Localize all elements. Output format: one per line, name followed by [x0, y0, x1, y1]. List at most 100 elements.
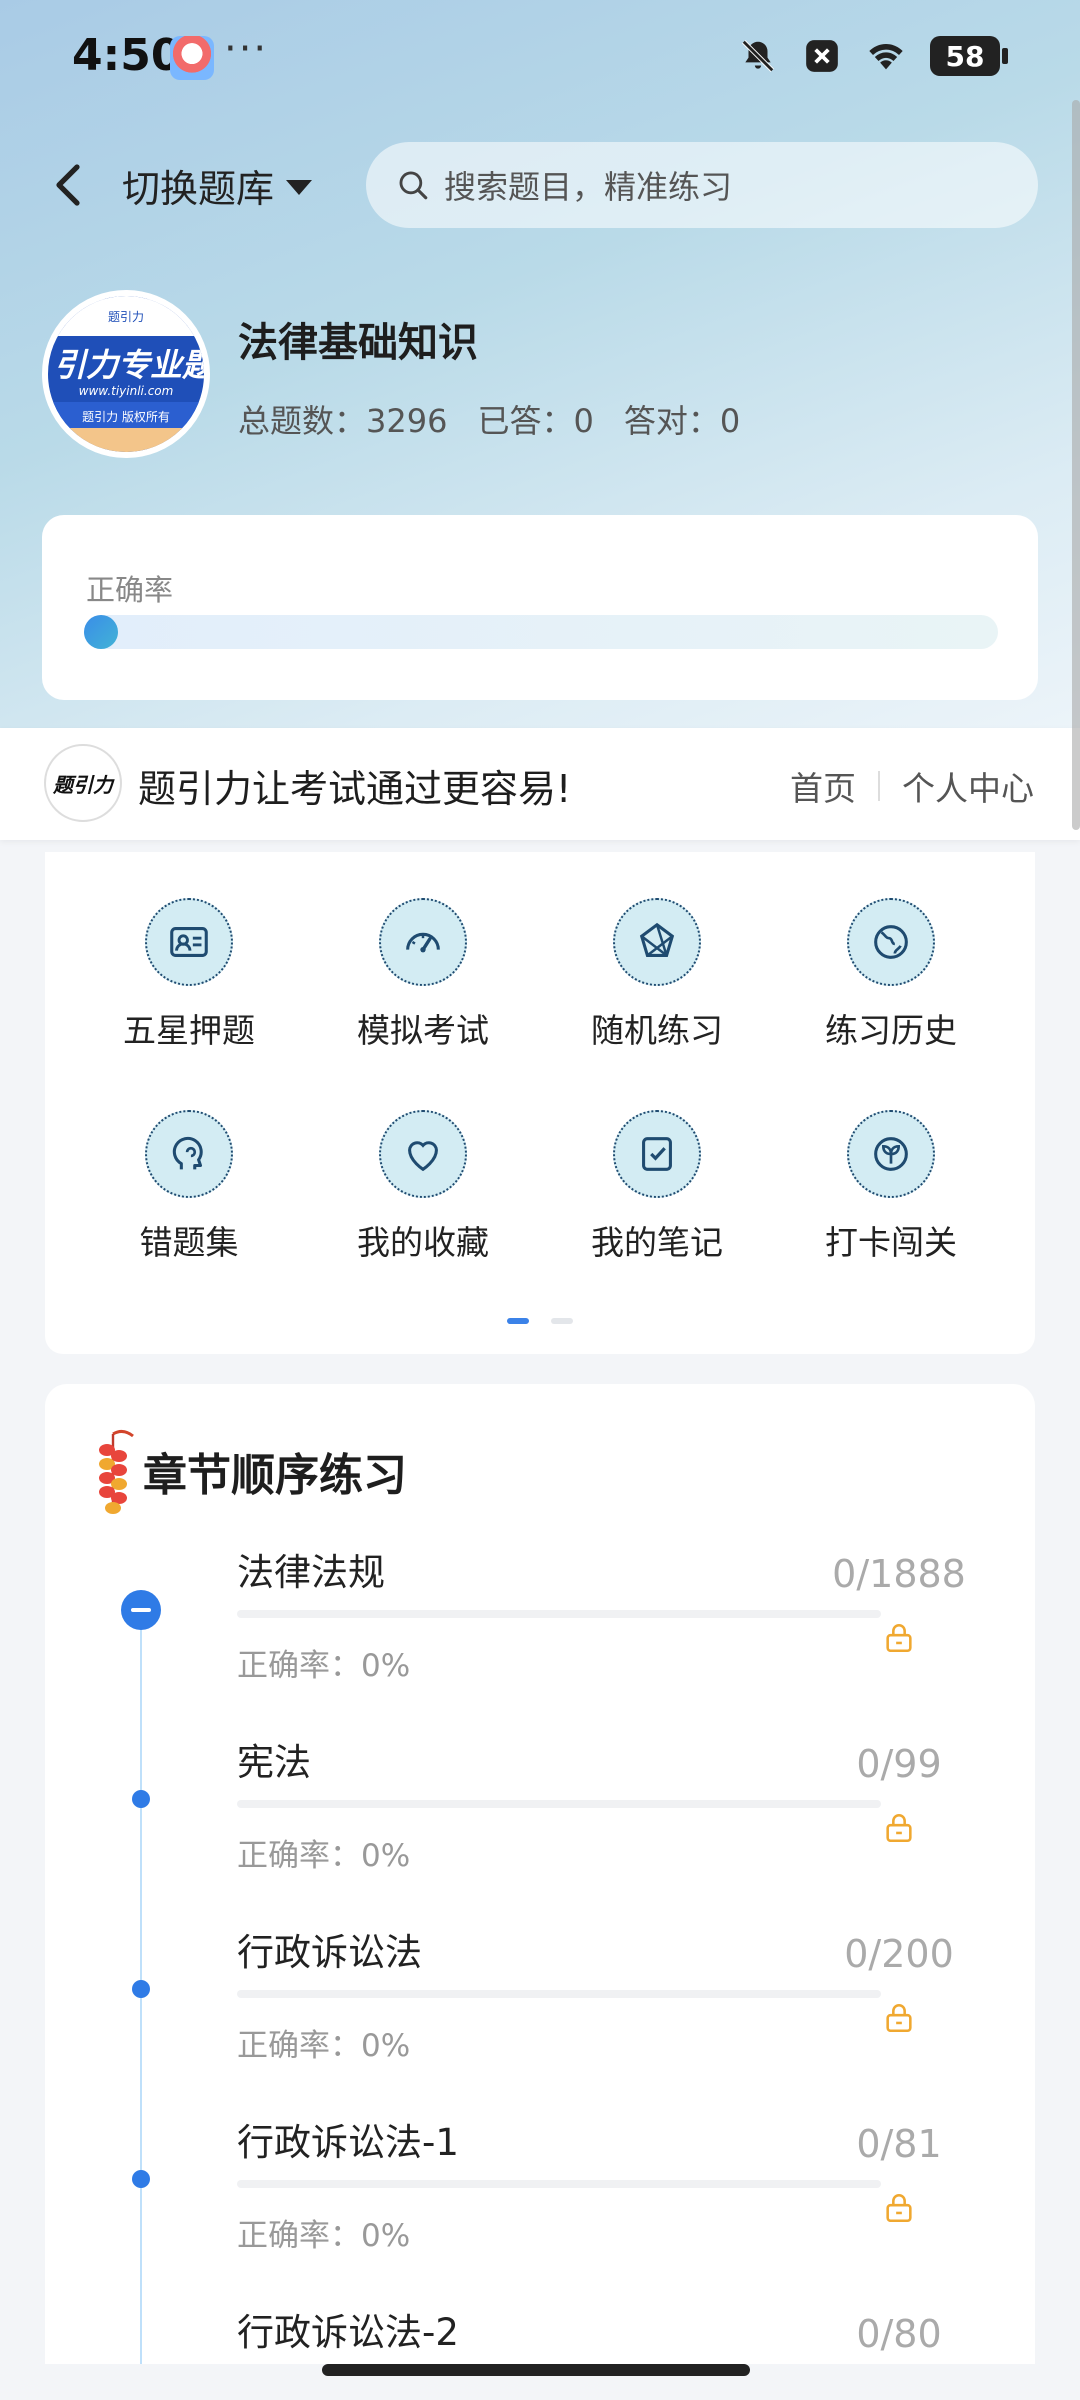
grid-label: 我的收藏	[357, 1223, 489, 1262]
bank-stats: 总题数：3296 已答：0 答对：0	[238, 396, 740, 442]
chapter-progress-bar	[237, 1800, 881, 1808]
scrollbar[interactable]	[1072, 100, 1080, 830]
lock-icon[interactable]	[881, 1620, 917, 1656]
grid-item-favorites[interactable]: 我的收藏	[333, 1110, 513, 1264]
logo-main-text: 引力专业题	[53, 346, 210, 384]
id-card-icon	[145, 898, 233, 986]
sprout-icon	[847, 1110, 935, 1198]
grid-label: 模拟考试	[357, 1011, 489, 1050]
chapter-title: 章节顺序练习	[143, 1450, 407, 1501]
grid-label: 随机练习	[591, 1011, 723, 1050]
promo-logo: 题引力	[44, 744, 122, 822]
grid-label: 练习历史	[825, 1011, 957, 1050]
speedometer-icon	[379, 898, 467, 986]
promo-text: 题引力让考试通过更容易!	[138, 767, 572, 811]
heart-icon	[379, 1110, 467, 1198]
promo-links: 首页 个人中心	[790, 762, 1034, 810]
wifi-icon	[866, 36, 906, 76]
grid-item-wrong-questions[interactable]: 错题集	[99, 1110, 279, 1264]
pager-dot-active[interactable]	[507, 1318, 529, 1324]
grid-item-notes[interactable]: 我的笔记	[567, 1110, 747, 1264]
chapter-progress-bar	[237, 2180, 881, 2188]
timeline-dot	[132, 1980, 150, 1998]
promo-bar: 题引力 题引力让考试通过更容易! 首页 个人中心	[0, 728, 1080, 840]
note-check-icon	[613, 1110, 701, 1198]
grid-item-checkin[interactable]: 打卡闯关	[801, 1110, 981, 1264]
answered-count: 已答：0	[477, 402, 594, 440]
chapter-row[interactable]: 法律法规 正确率：0% 0/1888	[45, 1534, 1035, 1724]
chapter-count: 0/80	[856, 2312, 942, 2356]
chapter-count: 0/200	[844, 1932, 954, 1976]
chevron-left-icon	[56, 164, 80, 206]
chapter-count: 0/81	[856, 2122, 942, 2166]
status-icons: 58	[738, 36, 1008, 76]
caret-down-icon	[286, 180, 313, 195]
lock-icon[interactable]	[881, 1810, 917, 1846]
back-button[interactable]	[38, 150, 98, 220]
grid-label: 五星押题	[123, 1011, 255, 1050]
bell-off-icon	[738, 36, 778, 76]
firecracker-icon	[99, 1429, 134, 1514]
chapter-accuracy: 正确率：0%	[237, 1648, 411, 1684]
chapter-row[interactable]: 行政诉讼法 正确率：0% 0/200	[45, 1914, 1035, 2104]
home-link[interactable]: 首页	[790, 762, 856, 810]
grid-item-history[interactable]: 练习历史	[801, 898, 981, 1052]
status-time: 4:50	[72, 30, 182, 81]
accuracy-label: 正确率	[86, 573, 174, 607]
timeline-dot	[132, 1790, 150, 1808]
battery-level: 58	[945, 39, 985, 73]
notification-app-icon	[170, 36, 214, 80]
chapter-name: 宪法	[237, 1741, 311, 1784]
grid-pager	[507, 1318, 573, 1324]
grid-item-five-star[interactable]: 五星押题	[99, 898, 279, 1052]
pager-dot[interactable]	[551, 1318, 573, 1324]
lock-icon[interactable]	[881, 2000, 917, 2036]
chapter-accuracy: 正确率：0%	[237, 1838, 411, 1874]
collapse-icon[interactable]	[121, 1590, 161, 1630]
accuracy-progress-bar	[84, 615, 998, 649]
timeline-dot	[132, 2170, 150, 2188]
chapter-name: 行政诉讼法-2	[237, 2311, 459, 2354]
accuracy-card: 正确率	[42, 515, 1038, 700]
grid-label: 我的笔记	[591, 1223, 723, 1262]
search-input[interactable]: 搜索题目，精准练习	[366, 142, 1038, 228]
chapter-name: 行政诉讼法-1	[237, 2121, 459, 2164]
logo-bottom-band	[48, 428, 204, 452]
profile-link[interactable]: 个人中心	[902, 762, 1034, 810]
switch-bank-dropdown[interactable]: 切换题库	[122, 158, 313, 213]
search-icon	[399, 171, 428, 200]
chapter-progress-bar	[237, 1990, 881, 1998]
lock-icon[interactable]	[881, 2190, 917, 2226]
chapter-practice-card: 章节顺序练习 法律法规 正确率：0% 0/1888 宪法 正确率：0% 0/99…	[45, 1384, 1035, 2364]
link-divider	[878, 771, 880, 801]
chapter-count: 0/1888	[832, 1552, 966, 1596]
switch-bank-label: 切换题库	[122, 167, 275, 211]
chapter-accuracy: 正确率：0%	[237, 2218, 411, 2254]
chapter-progress-bar	[237, 1610, 881, 1618]
logo-band-text: 题引力 版权所有	[48, 402, 204, 430]
chapter-row[interactable]: 宪法 正确率：0% 0/99	[45, 1724, 1035, 1914]
logo-top-text: 题引力	[48, 296, 204, 336]
grid-label: 打卡闯关	[825, 1223, 957, 1262]
bank-logo: 题引力 引力专业题 www.tiyinli.com 题引力 版权所有	[42, 290, 210, 458]
globe-icon	[847, 898, 935, 986]
feature-grid: 五星押题 模拟考试 随机练习 练习历史 错题集 我的收藏 我的笔记 打卡闯关	[45, 852, 1035, 1354]
grid-item-mock-exam[interactable]: 模拟考试	[333, 898, 513, 1052]
accuracy-progress-indicator	[84, 615, 118, 649]
chapter-row[interactable]: 行政诉讼法-2 0/80	[45, 2294, 1035, 2364]
network-icon	[613, 898, 701, 986]
grid-item-random-practice[interactable]: 随机练习	[567, 898, 747, 1052]
logo-url-text: www.tiyinli.com	[78, 384, 174, 398]
grid-label: 错题集	[139, 1223, 239, 1262]
head-profile-icon	[145, 1110, 233, 1198]
close-box-icon	[802, 36, 842, 76]
chapter-row[interactable]: 行政诉讼法-1 正确率：0% 0/81	[45, 2104, 1035, 2294]
home-indicator[interactable]	[322, 2364, 750, 2376]
correct-count: 答对：0	[623, 402, 741, 440]
chapter-name: 行政诉讼法	[237, 1931, 422, 1974]
chapter-header: 章节顺序练习	[91, 1426, 407, 1516]
chapter-name: 法律法规	[237, 1551, 385, 1594]
battery-icon: 58	[930, 36, 1008, 76]
chapter-accuracy: 正确率：0%	[237, 2028, 411, 2064]
total-count: 总题数：3296	[238, 402, 448, 440]
